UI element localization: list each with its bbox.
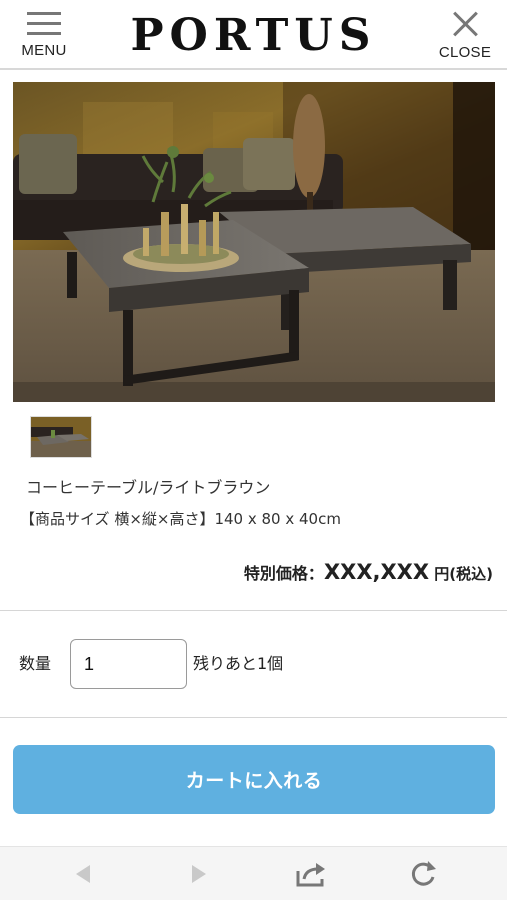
back-icon[interactable] — [66, 857, 100, 891]
divider — [0, 717, 507, 718]
stock-remaining: 残りあと1個 — [193, 654, 284, 673]
divider — [0, 610, 507, 611]
price-label: 特別価格： — [243, 564, 324, 583]
product-name: コーヒーテーブル/ライトブラウン — [26, 478, 271, 497]
product-price: 特別価格：XXX,XXX 円(税込) — [244, 560, 493, 584]
close-label: CLOSE — [438, 44, 492, 61]
price-unit: 円(税込) — [429, 565, 493, 583]
close-button[interactable]: CLOSE — [437, 10, 493, 62]
share-icon[interactable] — [294, 857, 328, 891]
price-amount: XXX,XXX — [323, 560, 430, 584]
forward-icon[interactable] — [182, 857, 216, 891]
site-header: MENU PORTUS CLOSE — [0, 0, 507, 70]
quantity-input[interactable] — [70, 639, 187, 689]
product-thumbnail[interactable] — [30, 416, 92, 458]
product-image — [13, 82, 495, 402]
browser-toolbar — [0, 846, 507, 900]
add-to-cart-button[interactable]: カートに入れる — [13, 745, 495, 814]
product-size: 【商品サイズ 横×縦×高さ】140 x 80 x 40cm — [20, 510, 341, 528]
close-icon — [450, 10, 480, 38]
reload-icon[interactable] — [406, 857, 440, 891]
site-logo[interactable]: PORTUS — [0, 8, 507, 64]
quantity-label: 数量 — [19, 654, 52, 673]
